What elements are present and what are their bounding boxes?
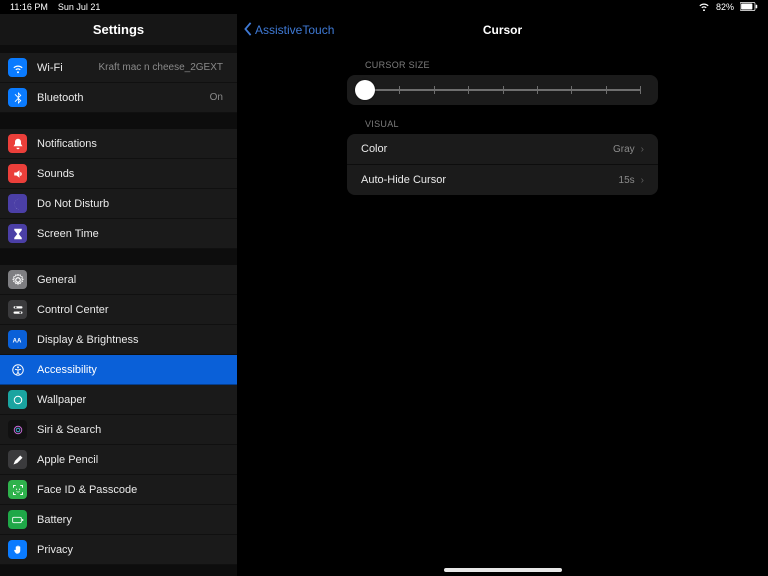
sidebar-item-notifications[interactable]: Notifications [0,129,237,159]
battery-percent: 82% [716,2,734,12]
faceid-icon [8,480,27,499]
back-button[interactable]: AssistiveTouch [237,22,334,39]
section-visual: VISUAL [365,119,768,129]
cell-autohide[interactable]: Auto-Hide Cursor 15s › [347,164,658,195]
sounds-icon [8,164,27,183]
cursor-size-slider[interactable] [347,75,658,105]
pencil-icon [8,450,27,469]
wifi-icon [8,58,27,77]
chevron-left-icon [243,22,253,39]
sidebar-item-wifi[interactable]: Wi-Fi Kraft mac n cheese_2GEXT [0,53,237,83]
siri-icon [8,420,27,439]
detail-pane: AssistiveTouch Cursor CURSOR SIZE VISUAL… [237,14,768,576]
status-time: 11:16 PM [10,2,48,12]
hourglass-icon [8,224,27,243]
sidebar-item-pencil[interactable]: Apple Pencil [0,445,237,475]
accessibility-icon [8,360,27,379]
sidebar-item-siri[interactable]: Siri & Search [0,415,237,445]
sidebar-item-controlcenter[interactable]: Control Center [0,295,237,325]
display-icon: AA [8,330,27,349]
sidebar-item-faceid[interactable]: Face ID & Passcode [0,475,237,505]
cell-color[interactable]: Color Gray › [347,134,658,164]
sidebar-item-display[interactable]: AA Display & Brightness [0,325,237,355]
battery-icon [8,510,27,529]
hand-icon [8,540,27,559]
sidebar-item-bluetooth[interactable]: Bluetooth On [0,83,237,113]
battery-icon [740,2,758,13]
wallpaper-icon [8,390,27,409]
sidebar-title: Settings [0,14,237,45]
bluetooth-icon [8,88,27,107]
settings-sidebar[interactable]: Settings Wi-Fi Kraft mac n cheese_2GEXT … [0,14,237,576]
wifi-icon [698,1,710,13]
sidebar-item-privacy[interactable]: Privacy [0,535,237,565]
slider-thumb[interactable] [355,80,375,100]
gear-icon [8,270,27,289]
sidebar-item-general[interactable]: General [0,265,237,295]
section-cursor-size: CURSOR SIZE [365,60,768,70]
sidebar-item-screentime[interactable]: Screen Time [0,219,237,249]
sidebar-item-dnd[interactable]: Do Not Disturb [0,189,237,219]
chevron-right-icon: › [641,175,644,186]
notifications-icon [8,134,27,153]
moon-icon [8,194,27,213]
sidebar-item-sounds[interactable]: Sounds [0,159,237,189]
home-indicator[interactable] [444,568,562,572]
sidebar-item-accessibility[interactable]: Accessibility [0,355,237,385]
sidebar-item-battery[interactable]: Battery [0,505,237,535]
sidebar-item-wallpaper[interactable]: Wallpaper [0,385,237,415]
status-date: Sun Jul 21 [58,2,101,12]
chevron-right-icon: › [641,144,644,155]
toggles-icon [8,300,27,319]
svg-text:AA: AA [12,338,21,344]
